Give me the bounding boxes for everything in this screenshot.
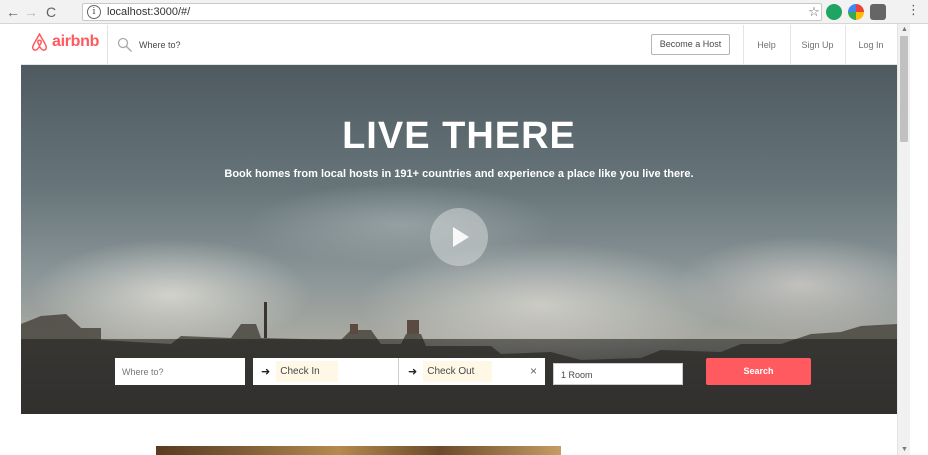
address-bar[interactable]: i localhost:3000/#/ — [82, 3, 822, 21]
extension-color-icon[interactable] — [848, 4, 864, 20]
where-input[interactable]: Where to? — [115, 358, 245, 385]
scroll-down-icon[interactable]: ▼ — [901, 446, 908, 453]
airbnb-logo-icon — [32, 33, 47, 51]
header-divider — [107, 25, 108, 65]
airbnb-logo[interactable]: airbnb — [31, 33, 99, 51]
rooms-select[interactable]: 1 Room — [553, 363, 683, 385]
log-in-link[interactable]: Log In — [845, 25, 897, 65]
check-out-label: Check Out — [423, 361, 493, 382]
extension-icon[interactable] — [826, 4, 842, 20]
hero-title: LIVE THERE — [342, 115, 576, 157]
play-video-button[interactable] — [430, 208, 488, 266]
arrow-right-icon: ➜ — [408, 366, 418, 378]
site-header: airbnb Where to? Become a Host Help Sign… — [21, 25, 897, 65]
logo-text: airbnb — [52, 33, 100, 50]
browser-toolbar: ← → C i localhost:3000/#/ ☆ ⋮ — [0, 0, 928, 24]
become-host-button[interactable]: Become a Host — [651, 34, 730, 55]
star-icon[interactable]: ☆ — [805, 3, 823, 21]
extension-square-icon[interactable] — [870, 4, 886, 20]
check-in-field[interactable]: ➜ Check In — [261, 358, 338, 385]
page-scrollbar[interactable]: ▲ ▼ — [897, 24, 910, 455]
back-icon[interactable]: ← — [4, 3, 22, 21]
scrollbar-thumb[interactable] — [900, 36, 908, 142]
help-link[interactable]: Help — [743, 25, 790, 65]
check-in-label: Check In — [276, 361, 338, 382]
where-placeholder: Where to? — [122, 367, 164, 377]
hero-subtitle: Book homes from local hosts in 191+ coun… — [224, 168, 694, 180]
search-placeholder: Where to? — [139, 40, 181, 50]
menu-icon[interactable]: ⋮ — [907, 2, 920, 18]
info-icon[interactable]: i — [87, 5, 101, 19]
forward-icon[interactable]: → — [22, 3, 40, 21]
window-margin — [910, 24, 928, 455]
clear-dates-icon[interactable]: × — [530, 364, 537, 378]
scroll-up-icon[interactable]: ▲ — [901, 26, 908, 33]
listing-image[interactable] — [156, 446, 561, 455]
check-out-field[interactable]: ➜ Check Out — [408, 358, 493, 385]
url-text: localhost:3000/#/ — [107, 6, 191, 18]
arrow-right-icon: ➜ — [261, 366, 271, 378]
search-icon — [117, 37, 133, 53]
hero-section: LIVE THERE Book homes from local hosts i… — [21, 65, 897, 414]
date-divider — [398, 358, 399, 385]
reload-icon[interactable]: C — [42, 3, 60, 21]
date-range-picker[interactable]: ➜ Check In ➜ Check Out × — [253, 358, 545, 385]
sign-up-link[interactable]: Sign Up — [790, 25, 845, 65]
header-search[interactable]: Where to? — [117, 25, 181, 65]
rooms-value: 1 Room — [561, 370, 593, 380]
search-button[interactable]: Search — [706, 358, 811, 385]
